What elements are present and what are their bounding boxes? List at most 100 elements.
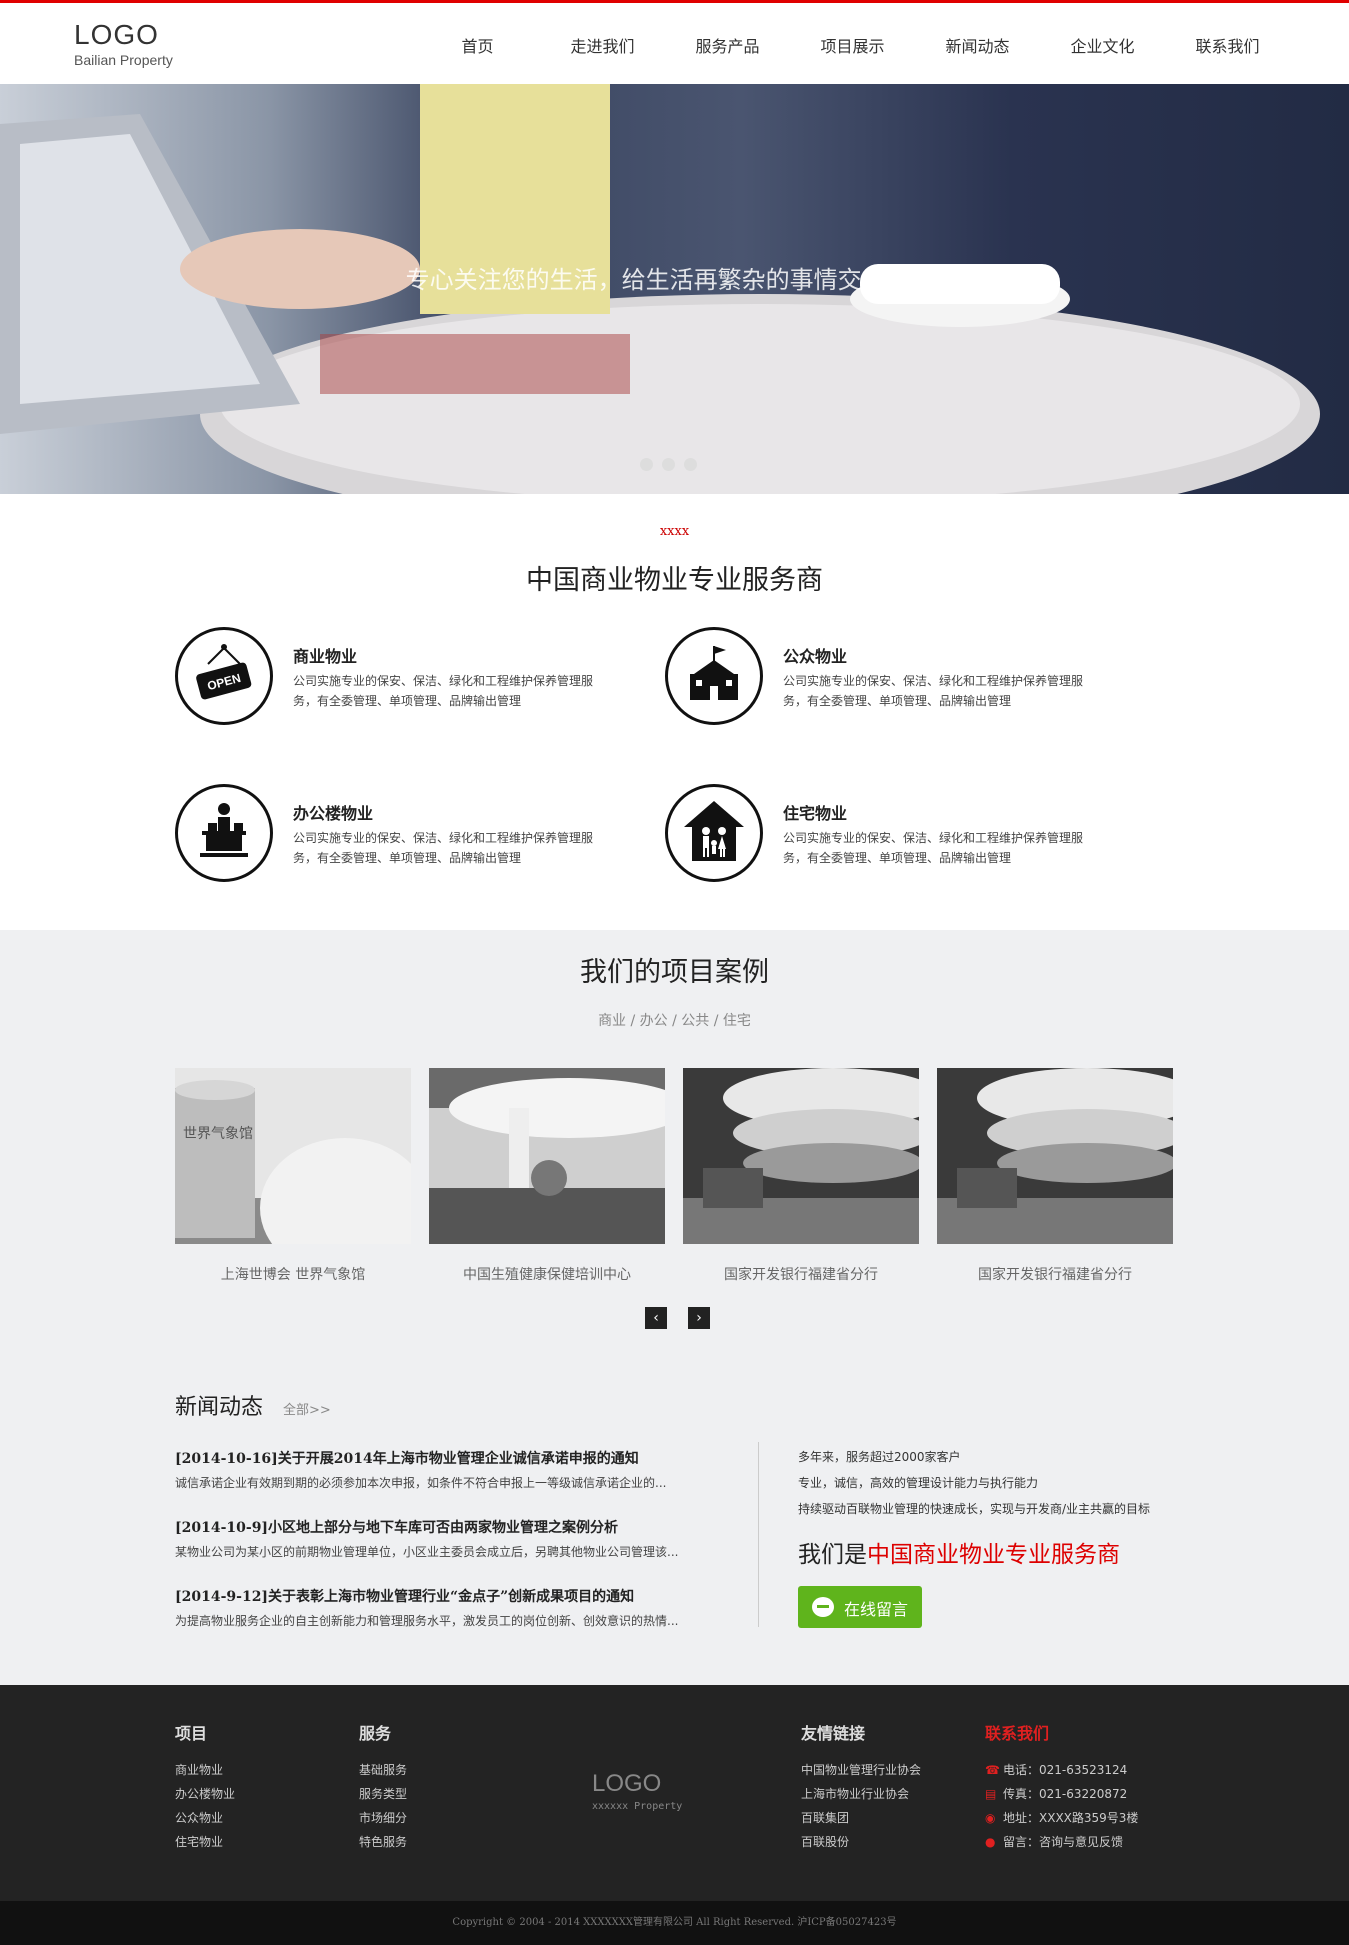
hero-caption: 专心关注您的生活，给生活再繁杂的事情交给我们! <box>405 266 944 294</box>
footer-link[interactable]: 公众物业 <box>175 1806 235 1830</box>
slider-dot[interactable] <box>684 458 697 471</box>
cases-title: 我们的项目案例 <box>580 957 769 988</box>
service-public[interactable]: 公众物业 公司实施专业的保安、保洁、绿化和工程维护保养管理服务，有全委管理、单项… <box>665 627 1125 737</box>
footer-link[interactable]: 服务类型 <box>359 1782 407 1806</box>
service-commercial[interactable]: OPEN 商业物业 公司实施专业的保安、保洁、绿化和工程维护保养管理服务，有全委… <box>175 627 635 737</box>
intro-title: 中国商业物业专业服务商 <box>526 565 823 596</box>
family-house-icon <box>665 784 763 882</box>
news-item-desc: 诚信承诺企业有效期到期的必须参加本次申报，如条件不符合申报上一等级诚信承诺企业的… <box>175 1476 667 1490</box>
news-divider <box>758 1442 759 1627</box>
hero-banner: 专心关注您的生活，给生活再繁杂的事情交给我们! <box>0 84 1349 494</box>
cases-next-button[interactable]: › <box>688 1307 710 1329</box>
news-item-title[interactable]: [2014-10-9]小区地上部分与地下车库可否由两家物业管理之案例分析 <box>175 1517 680 1537</box>
footer-logo[interactable]: LOGO <box>592 1770 661 1798</box>
case-image <box>429 1068 689 1244</box>
service-title: 商业物业 <box>293 647 358 666</box>
contact-address: ◉ 地址：XXXX路359号3楼 <box>985 1806 1138 1830</box>
about-line: 持续驱动百联物业管理的快速成长，实现与开发商/业主共赢的目标 <box>798 1502 1151 1516</box>
news-item-title[interactable]: [2014-9-12]关于表彰上海市物业管理行业“金点子”创新成果项目的通知 <box>175 1586 680 1606</box>
copyright: Copyright © 2004 - 2014 XXXXXXX管理有限公司 Al… <box>0 1901 1349 1945</box>
nav-services[interactable]: 服务产品 <box>665 33 790 57</box>
case-item[interactable]: 国家开发银行福建省分行 <box>683 1068 943 1284</box>
slider-dot[interactable] <box>640 458 653 471</box>
footer-link[interactable]: 商业物业 <box>175 1758 235 1782</box>
service-office[interactable]: 办公楼物业 公司实施专业的保安、保洁、绿化和工程维护保养管理服务，有全委管理、单… <box>175 784 635 894</box>
service-desc: 公司实施专业的保安、保洁、绿化和工程维护保养管理服务，有全委管理、单项管理、品牌… <box>783 831 1084 865</box>
footer-link[interactable]: 上海市物业行业协会 <box>801 1782 921 1806</box>
service-residential[interactable]: 住宅物业 公司实施专业的保安、保洁、绿化和工程维护保养管理服务，有全委管理、单项… <box>665 784 1125 894</box>
online-message-label: 在线留言 <box>844 1600 909 1619</box>
case-item[interactable]: 国家开发银行福建省分行 <box>937 1068 1197 1284</box>
school-icon <box>665 627 763 725</box>
nav-contact[interactable]: 联系我们 <box>1165 33 1290 57</box>
footer-link[interactable]: 市场细分 <box>359 1806 407 1830</box>
main-nav: 首页 走进我们 服务产品 项目展示 新闻动态 企业文化 联系我们 <box>415 33 1290 57</box>
contact-address-text: 地址：XXXX路359号3楼 <box>1003 1811 1139 1825</box>
cases-filter-tabs[interactable]: 商业 / 办公 / 公共 / 住宅 <box>0 1010 1349 1030</box>
fax-icon: ▤ <box>985 1787 997 1801</box>
case-image <box>937 1068 1197 1244</box>
news-item-desc: 为提高物业服务企业的自主创新能力和管理服务水平，激发员工的岗位创新、创效意识的热… <box>175 1614 679 1628</box>
news-item[interactable]: [2014-10-16]关于开展2014年上海市物业管理企业诚信承诺申报的通知 … <box>175 1448 680 1491</box>
footer-link[interactable]: 特色服务 <box>359 1830 407 1854</box>
cases-prev-button[interactable]: ‹ <box>645 1307 667 1329</box>
case-image <box>683 1068 943 1244</box>
contact-message[interactable]: ● 留言：咨询与意见反馈 <box>985 1830 1138 1854</box>
footer-link[interactable]: 百联集团 <box>801 1806 921 1830</box>
nav-culture[interactable]: 企业文化 <box>1040 33 1165 57</box>
service-desc: 公司实施专业的保安、保洁、绿化和工程维护保养管理服务，有全委管理、单项管理、品牌… <box>293 674 594 708</box>
site-footer: 项目 商业物业 办公楼物业 公众物业 住宅物业 服务 基础服务 服务类型 市场细… <box>0 1685 1349 1901</box>
case-item[interactable]: 中国生殖健康保健培训中心 <box>429 1068 689 1284</box>
case-item[interactable]: 世界气象馆 上海世博会 世界气象馆 <box>175 1068 430 1284</box>
contact-message-text[interactable]: 留言：咨询与意见反馈 <box>1003 1835 1123 1849</box>
office-desk-icon <box>175 784 273 882</box>
footer-services: 服务 基础服务 服务类型 市场细分 特色服务 <box>359 1720 407 1854</box>
news-item-title[interactable]: [2014-10-16]关于开展2014年上海市物业管理企业诚信承诺申报的通知 <box>175 1448 680 1468</box>
footer-link[interactable]: 基础服务 <box>359 1758 407 1782</box>
case-label: 中国生殖健康保健培训中心 <box>463 1267 631 1283</box>
case-image: 世界气象馆 <box>175 1068 430 1278</box>
footer-projects: 项目 商业物业 办公楼物业 公众物业 住宅物业 <box>175 1720 235 1854</box>
case-label: 国家开发银行福建省分行 <box>724 1267 878 1283</box>
news-heading: 新闻动态 <box>175 1395 264 1420</box>
intro-tag: xxxx <box>659 524 690 539</box>
about-title-prefix: 我们是 <box>798 1542 867 1568</box>
about-line: 多年来，服务超过2000家客户 <box>798 1450 961 1464</box>
svg-text:世界气象馆: 世界气象馆 <box>183 1126 253 1142</box>
chat-bubble-icon <box>812 1597 834 1617</box>
contact-phone-text: 电话：021-63523124 <box>1003 1763 1128 1777</box>
service-title: 办公楼物业 <box>293 804 374 823</box>
footer-contact: 联系我们 ☎ 电话：021-63523124 ▤ 传真：021-63220872 ◉… <box>985 1720 1138 1854</box>
contact-fax: ▤ 传真：021-63220872 <box>985 1782 1138 1806</box>
nav-home[interactable]: 首页 <box>415 33 540 57</box>
footer-link[interactable]: 百联股份 <box>801 1830 921 1854</box>
nav-projects[interactable]: 项目展示 <box>790 33 915 57</box>
footer-links: 友情链接 中国物业管理行业协会 上海市物业行业协会 百联集团 百联股份 <box>801 1720 921 1854</box>
chat-icon: ● <box>985 1835 996 1849</box>
slider-dot[interactable] <box>662 458 675 471</box>
news-more-link[interactable]: 全部>> <box>283 1399 331 1418</box>
about-line: 专业，诚信，高效的管理设计能力与执行能力 <box>798 1476 1039 1490</box>
news-item[interactable]: [2014-9-12]关于表彰上海市物业管理行业“金点子”创新成果项目的通知 为… <box>175 1586 680 1629</box>
footer-heading: 项目 <box>175 1724 208 1743</box>
news-item[interactable]: [2014-10-9]小区地上部分与地下车库可否由两家物业管理之案例分析 某物业… <box>175 1517 680 1560</box>
service-title: 住宅物业 <box>783 804 848 823</box>
about-title-highlight: 中国商业物业专业服务商 <box>867 1542 1120 1568</box>
service-desc: 公司实施专业的保安、保洁、绿化和工程维护保养管理服务，有全委管理、单项管理、品牌… <box>293 831 594 865</box>
cases-section: 我们的项目案例 商业 / 办公 / 公共 / 住宅 世界气象馆 上海世博会 世界… <box>0 930 1349 1685</box>
site-header: LOGO Bailian Property 首页 走进我们 服务产品 项目展示 … <box>0 3 1349 84</box>
footer-link[interactable]: 中国物业管理行业协会 <box>801 1758 921 1782</box>
nav-news[interactable]: 新闻动态 <box>915 33 1040 57</box>
news-item-desc: 某物业公司为某小区的前期物业管理单位，小区业主委员会成立后，另聘其他物业公司管理… <box>175 1545 679 1559</box>
logo[interactable]: LOGO <box>74 19 159 51</box>
footer-logo-subtitle: xxxxxx Property <box>592 1801 683 1812</box>
open-sign-icon: OPEN <box>175 627 273 725</box>
location-pin-icon: ◉ <box>985 1811 996 1825</box>
contact-phone: ☎ 电话：021-63523124 <box>985 1758 1138 1782</box>
online-message-button[interactable]: 在线留言 <box>798 1586 922 1628</box>
footer-link[interactable]: 办公楼物业 <box>175 1782 235 1806</box>
nav-about[interactable]: 走进我们 <box>540 33 665 57</box>
footer-heading: 友情链接 <box>801 1724 866 1743</box>
footer-link[interactable]: 住宅物业 <box>175 1830 235 1854</box>
footer-heading: 联系我们 <box>985 1724 1050 1743</box>
